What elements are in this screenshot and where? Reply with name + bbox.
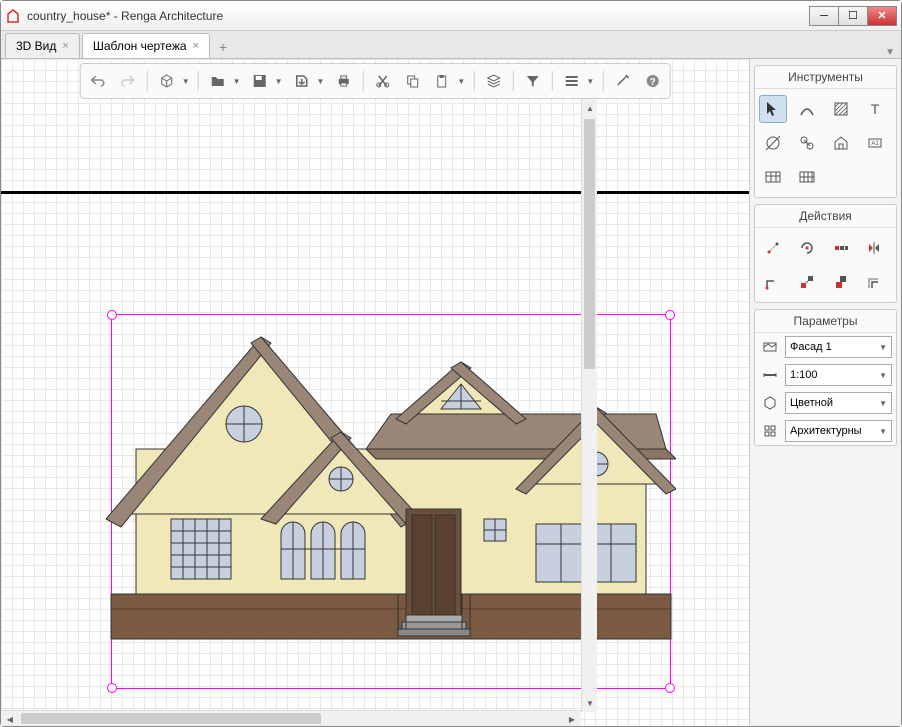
scroll-up-icon[interactable]: ▲ [583, 101, 597, 115]
tools-panel: Инструменты T A1 [754, 65, 897, 198]
dropdown-icon[interactable]: ▼ [317, 77, 325, 86]
tab-add-button[interactable]: + [212, 36, 234, 58]
tab-label: Шаблон чертежа [93, 39, 187, 53]
line-tool[interactable] [793, 95, 821, 123]
tab-3d-view[interactable]: 3D Вид × [5, 33, 80, 58]
open-button[interactable] [205, 68, 231, 94]
view-select[interactable]: Фасад 1▼ [785, 336, 892, 358]
offset-action[interactable] [861, 268, 889, 296]
cube-button[interactable] [154, 68, 180, 94]
scroll-down-icon[interactable]: ▼ [583, 696, 597, 710]
scrollbar-thumb[interactable] [21, 713, 321, 724]
detail-icon [759, 423, 781, 439]
trim-action[interactable] [827, 268, 855, 296]
text-tool[interactable]: T [861, 95, 889, 123]
style-select[interactable]: Цветной▼ [785, 392, 892, 414]
scale-action[interactable] [793, 268, 821, 296]
redo-button[interactable] [115, 68, 141, 94]
params-panel-title: Параметры [755, 310, 896, 333]
rotate-action[interactable] [793, 234, 821, 262]
axis-tool[interactable] [793, 129, 821, 157]
titlebar: country_house* - Renga Architecture ─ ☐ … [1, 1, 901, 31]
scale-select[interactable]: 1:100▼ [785, 364, 892, 386]
style-icon [759, 395, 781, 411]
tab-label: 3D Вид [16, 39, 56, 53]
svg-text:?: ? [649, 77, 655, 88]
tab-close-icon[interactable]: × [193, 40, 199, 52]
label-tool[interactable]: A1 [861, 129, 889, 157]
section-tool[interactable] [827, 129, 855, 157]
minimize-button[interactable]: ─ [809, 6, 839, 26]
table-tool[interactable] [759, 163, 787, 191]
dropdown-icon[interactable]: ▼ [586, 77, 594, 86]
export-button[interactable] [289, 68, 315, 94]
vertical-scrollbar[interactable]: ▲ ▼ [581, 99, 597, 712]
grid-tool[interactable] [793, 163, 821, 191]
horizontal-scrollbar[interactable]: ◀ ▶ [1, 710, 581, 726]
cut-button[interactable] [369, 68, 395, 94]
main-toolbar: ▼ ▼ ▼ ▼ ▼ ▼ ? [80, 63, 671, 99]
right-sidebar: Инструменты T A1 Действия [749, 59, 901, 726]
scroll-left-icon[interactable]: ◀ [3, 712, 17, 726]
paper-edge [1, 191, 749, 194]
hatch-tool[interactable] [827, 95, 855, 123]
stretch-action[interactable] [759, 268, 787, 296]
filter-button[interactable] [519, 68, 545, 94]
svg-text:A1: A1 [871, 141, 879, 147]
scroll-right-icon[interactable]: ▶ [565, 712, 579, 726]
undo-button[interactable] [85, 68, 111, 94]
properties-button[interactable] [558, 68, 584, 94]
svg-text:T: T [871, 101, 880, 117]
layers-button[interactable] [480, 68, 506, 94]
actions-panel-title: Действия [755, 205, 896, 228]
close-button[interactable]: ✕ [867, 6, 897, 26]
move-action[interactable] [759, 234, 787, 262]
mirror-action[interactable] [861, 234, 889, 262]
save-button[interactable] [247, 68, 273, 94]
actions-panel: Действия [754, 204, 897, 303]
maximize-button[interactable]: ☐ [838, 6, 868, 26]
scrollbar-thumb[interactable] [584, 119, 595, 369]
copy-action[interactable] [827, 234, 855, 262]
window-title: country_house* - Renga Architecture [27, 9, 223, 23]
print-button[interactable] [330, 68, 356, 94]
selection-handle-bl[interactable] [107, 683, 117, 693]
tab-overflow-icon[interactable]: ▼ [885, 47, 895, 58]
dropdown-icon[interactable]: ▼ [457, 77, 465, 86]
detail-select[interactable]: Архитектурны▼ [785, 420, 892, 442]
canvas[interactable]: ▼ ▼ ▼ ▼ ▼ ▼ ? [1, 59, 749, 726]
select-tool[interactable] [759, 95, 787, 123]
tabbar: 3D Вид × Шаблон чертежа × + ▼ [1, 31, 901, 59]
paste-button[interactable] [429, 68, 455, 94]
tools-panel-title: Инструменты [755, 66, 896, 89]
view-icon [759, 339, 781, 355]
scale-icon [759, 367, 781, 383]
settings-button[interactable] [609, 68, 635, 94]
app-icon [5, 8, 21, 24]
dropdown-icon[interactable]: ▼ [182, 77, 190, 86]
copy-button[interactable] [399, 68, 425, 94]
selection-handle-br[interactable] [665, 683, 675, 693]
help-button[interactable]: ? [639, 68, 665, 94]
tab-close-icon[interactable]: × [62, 40, 68, 52]
dimension-tool[interactable] [759, 129, 787, 157]
dropdown-icon[interactable]: ▼ [233, 77, 241, 86]
params-panel: Параметры Фасад 1▼ 1:100▼ Цветной▼ Архит… [754, 309, 897, 446]
tab-drawing-template[interactable]: Шаблон чертежа × [82, 33, 210, 58]
dropdown-icon[interactable]: ▼ [275, 77, 283, 86]
